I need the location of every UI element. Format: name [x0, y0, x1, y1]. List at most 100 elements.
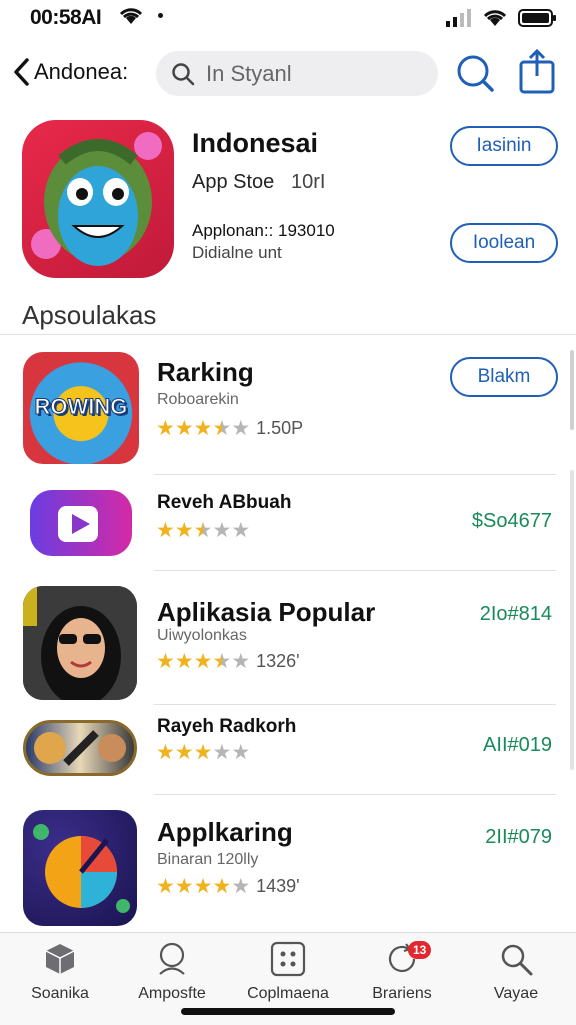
featured-primary-button[interactable]: Iasinin [450, 126, 558, 166]
star-icon: ★ [212, 650, 232, 673]
app-icon-portrait[interactable] [23, 586, 137, 700]
star-icon: ★ [193, 875, 213, 898]
rating-stars: ★ ★ ★ ★ ★ 1439' [156, 876, 300, 897]
star-icon: ★ [174, 417, 194, 440]
featured-app-icon[interactable] [22, 120, 174, 278]
featured-title: Indonesai [192, 128, 319, 158]
star-icon: ★ [231, 875, 251, 898]
star-icon: ★ [156, 875, 175, 898]
app-icon-rowing[interactable]: ROWING [23, 352, 139, 464]
star-icon: ★ [174, 650, 194, 673]
star-icon: ★ [193, 741, 213, 764]
tab-label: Coplmaena [247, 985, 329, 1002]
star-icon: ★ [212, 741, 232, 764]
search-bar[interactable] [156, 51, 438, 96]
app-subtitle: Binaran 120lly [157, 851, 259, 868]
featured-secondary-button[interactable]: Ioolean [450, 223, 558, 263]
star-icon: ★ [231, 417, 251, 440]
app-price[interactable]: 2Io#814 [480, 603, 552, 626]
app-name[interactable]: Rayeh Radkorh [157, 716, 296, 738]
tab-label: Amposfte [138, 985, 206, 1002]
signal-icon [446, 9, 472, 32]
app-subtitle: Roboarekin [157, 391, 239, 408]
rating-count: 1439' [256, 876, 300, 896]
search-icon [170, 61, 196, 87]
rating-stars: ★ ★ ★ ★ ★ [156, 520, 250, 541]
star-icon: ★ [212, 417, 232, 440]
tab-label: Brariens [372, 985, 432, 1002]
app-action-button[interactable]: Blakm [450, 357, 558, 397]
back-button[interactable]: Andonea: [12, 56, 128, 88]
search-button[interactable] [454, 52, 496, 94]
scrollbar-track [570, 470, 574, 770]
wifi-icon [482, 8, 508, 33]
app-price[interactable]: $So4677 [472, 510, 552, 533]
grid-icon [270, 941, 306, 977]
rating-stars: ★ ★ ★ ★ ★ 1.50P [156, 418, 303, 439]
share-button[interactable] [518, 48, 556, 94]
magnifier-icon [457, 55, 494, 92]
scrollbar[interactable] [570, 350, 574, 430]
cube-icon [45, 944, 75, 974]
star-icon: ★ [174, 519, 194, 542]
star-icon: ★ [156, 519, 175, 542]
app-icon-video[interactable] [30, 490, 132, 556]
tab-coplmaena[interactable]: Coplmaena [238, 941, 338, 1003]
app-name[interactable]: Aplikasia Popular [157, 597, 375, 628]
app-icon-duo[interactable] [23, 720, 137, 776]
app-price[interactable]: AII#019 [483, 734, 552, 757]
app-name[interactable]: Applkaring [157, 817, 293, 848]
rating-stars: ★ ★ ★ ★ ★ [156, 742, 250, 763]
chevron-left-icon [14, 58, 29, 86]
row-divider [154, 794, 556, 795]
dot-indicator [158, 13, 163, 18]
back-label: Andonea: [34, 59, 129, 84]
featured-store: App Stoe 10rI [192, 171, 326, 193]
star-icon: ★ [212, 519, 232, 542]
section-title: Apsoulakas [22, 300, 157, 330]
tab-soanika[interactable]: Soanika [10, 941, 110, 1003]
search-icon [501, 944, 533, 976]
row-divider [154, 474, 556, 475]
star-icon: ★ [156, 741, 175, 764]
tab-vayae[interactable]: Vayae [466, 941, 566, 1003]
app-icon-disc[interactable] [23, 810, 137, 926]
star-icon: ★ [174, 741, 194, 764]
status-right [446, 8, 558, 33]
app-name[interactable]: Reveh ABbuah [157, 492, 291, 514]
wifi-icon [118, 6, 144, 31]
star-icon: ★ [212, 875, 232, 898]
app-icon-text: ROWING [34, 394, 128, 420]
home-indicator[interactable] [181, 1008, 395, 1015]
row-divider [154, 704, 556, 705]
notification-badge: 13 [408, 941, 432, 959]
star-icon: ★ [156, 417, 175, 440]
rating-stars: ★ ★ ★ ★ ★ 1326' [156, 651, 300, 672]
tab-brariens[interactable]: 13 Brariens [352, 941, 452, 1003]
tab-amposfte[interactable]: Amposfte [122, 941, 222, 1003]
rating-count: 1326' [256, 651, 300, 671]
star-icon: ★ [193, 417, 213, 440]
share-icon [519, 48, 555, 94]
star-icon: ★ [156, 650, 175, 673]
star-icon: ★ [174, 875, 194, 898]
star-icon: ★ [193, 519, 213, 542]
rating-count: 1.50P [256, 418, 304, 438]
app-price[interactable]: 2II#079 [485, 826, 552, 849]
section-divider [0, 334, 576, 335]
featured-meta-line2: Didialne unt [192, 243, 282, 262]
app-subtitle: Uiwyolonkas [157, 627, 247, 644]
battery-icon [518, 8, 558, 33]
tab-label: Soanika [31, 985, 89, 1002]
person-icon [159, 942, 185, 975]
tab-label: Vayae [493, 985, 539, 1002]
app-name[interactable]: Rarking [157, 357, 254, 388]
status-time: 00:58AI [30, 6, 102, 29]
row-divider [154, 570, 556, 571]
star-icon: ★ [193, 650, 213, 673]
star-icon: ★ [231, 519, 251, 542]
search-input[interactable] [204, 59, 428, 88]
featured-meta-line1: Applonan:: 193010 [192, 221, 335, 240]
star-icon: ★ [231, 741, 251, 764]
star-icon: ★ [231, 650, 251, 673]
